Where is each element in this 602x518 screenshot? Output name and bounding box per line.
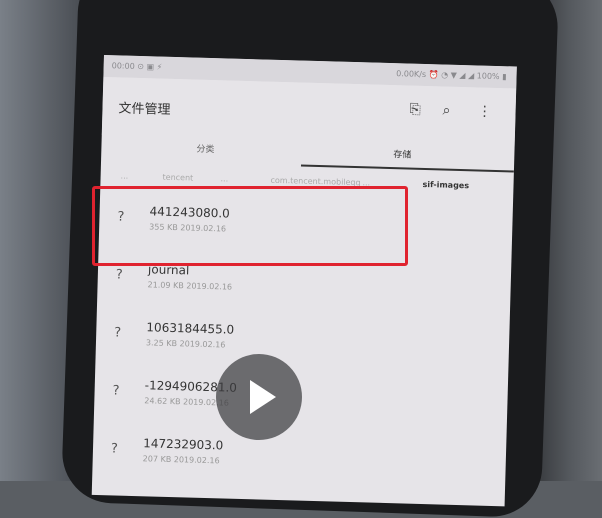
new-file-icon[interactable]: ⎘ (409, 102, 421, 118)
file-meta: 207 KB 2019.02.16 (142, 454, 220, 466)
unknown-file-icon: ? (115, 267, 123, 283)
play-icon[interactable] (216, 354, 302, 440)
file-name: 1063184455.0 (146, 320, 235, 337)
tab-categories[interactable]: 分类 (196, 142, 214, 155)
status-right: 0.00K/s ⏰ ◔ ▼ ◢ ◢ 100% ▮ (396, 69, 507, 82)
breadcrumb-item[interactable]: tencent (162, 173, 193, 183)
breadcrumb-item[interactable]: ... (220, 174, 228, 183)
more-icon[interactable]: ⋮ (477, 103, 491, 119)
tab-indicator (300, 164, 514, 173)
breadcrumb-item[interactable]: ... (121, 172, 129, 181)
phone-screen: 00:00 ⊙ ▣ ⚡ 0.00K/s ⏰ ◔ ▼ ◢ ◢ 100% ▮ 文件管… (91, 55, 517, 507)
breadcrumb-item-current[interactable]: sif-images (422, 180, 469, 190)
highlight-box (92, 186, 408, 266)
search-icon[interactable]: ⌕ (442, 102, 450, 118)
unknown-file-icon: ? (112, 383, 120, 399)
tab-storage[interactable]: 存储 (393, 147, 411, 160)
list-item[interactable]: ? 147232903.0 207 KB 2019.02.16 (92, 419, 506, 489)
status-left: 00:00 ⊙ ▣ ⚡ (111, 61, 163, 72)
unknown-file-icon: ? (110, 441, 119, 457)
file-meta: 21.09 KB 2019.02.16 (147, 280, 233, 292)
unknown-file-icon: ? (114, 325, 122, 341)
file-name: 147232903.0 (142, 436, 224, 453)
file-meta: 3.25 KB 2019.02.16 (145, 338, 226, 350)
app-title: 文件管理 (118, 101, 171, 118)
